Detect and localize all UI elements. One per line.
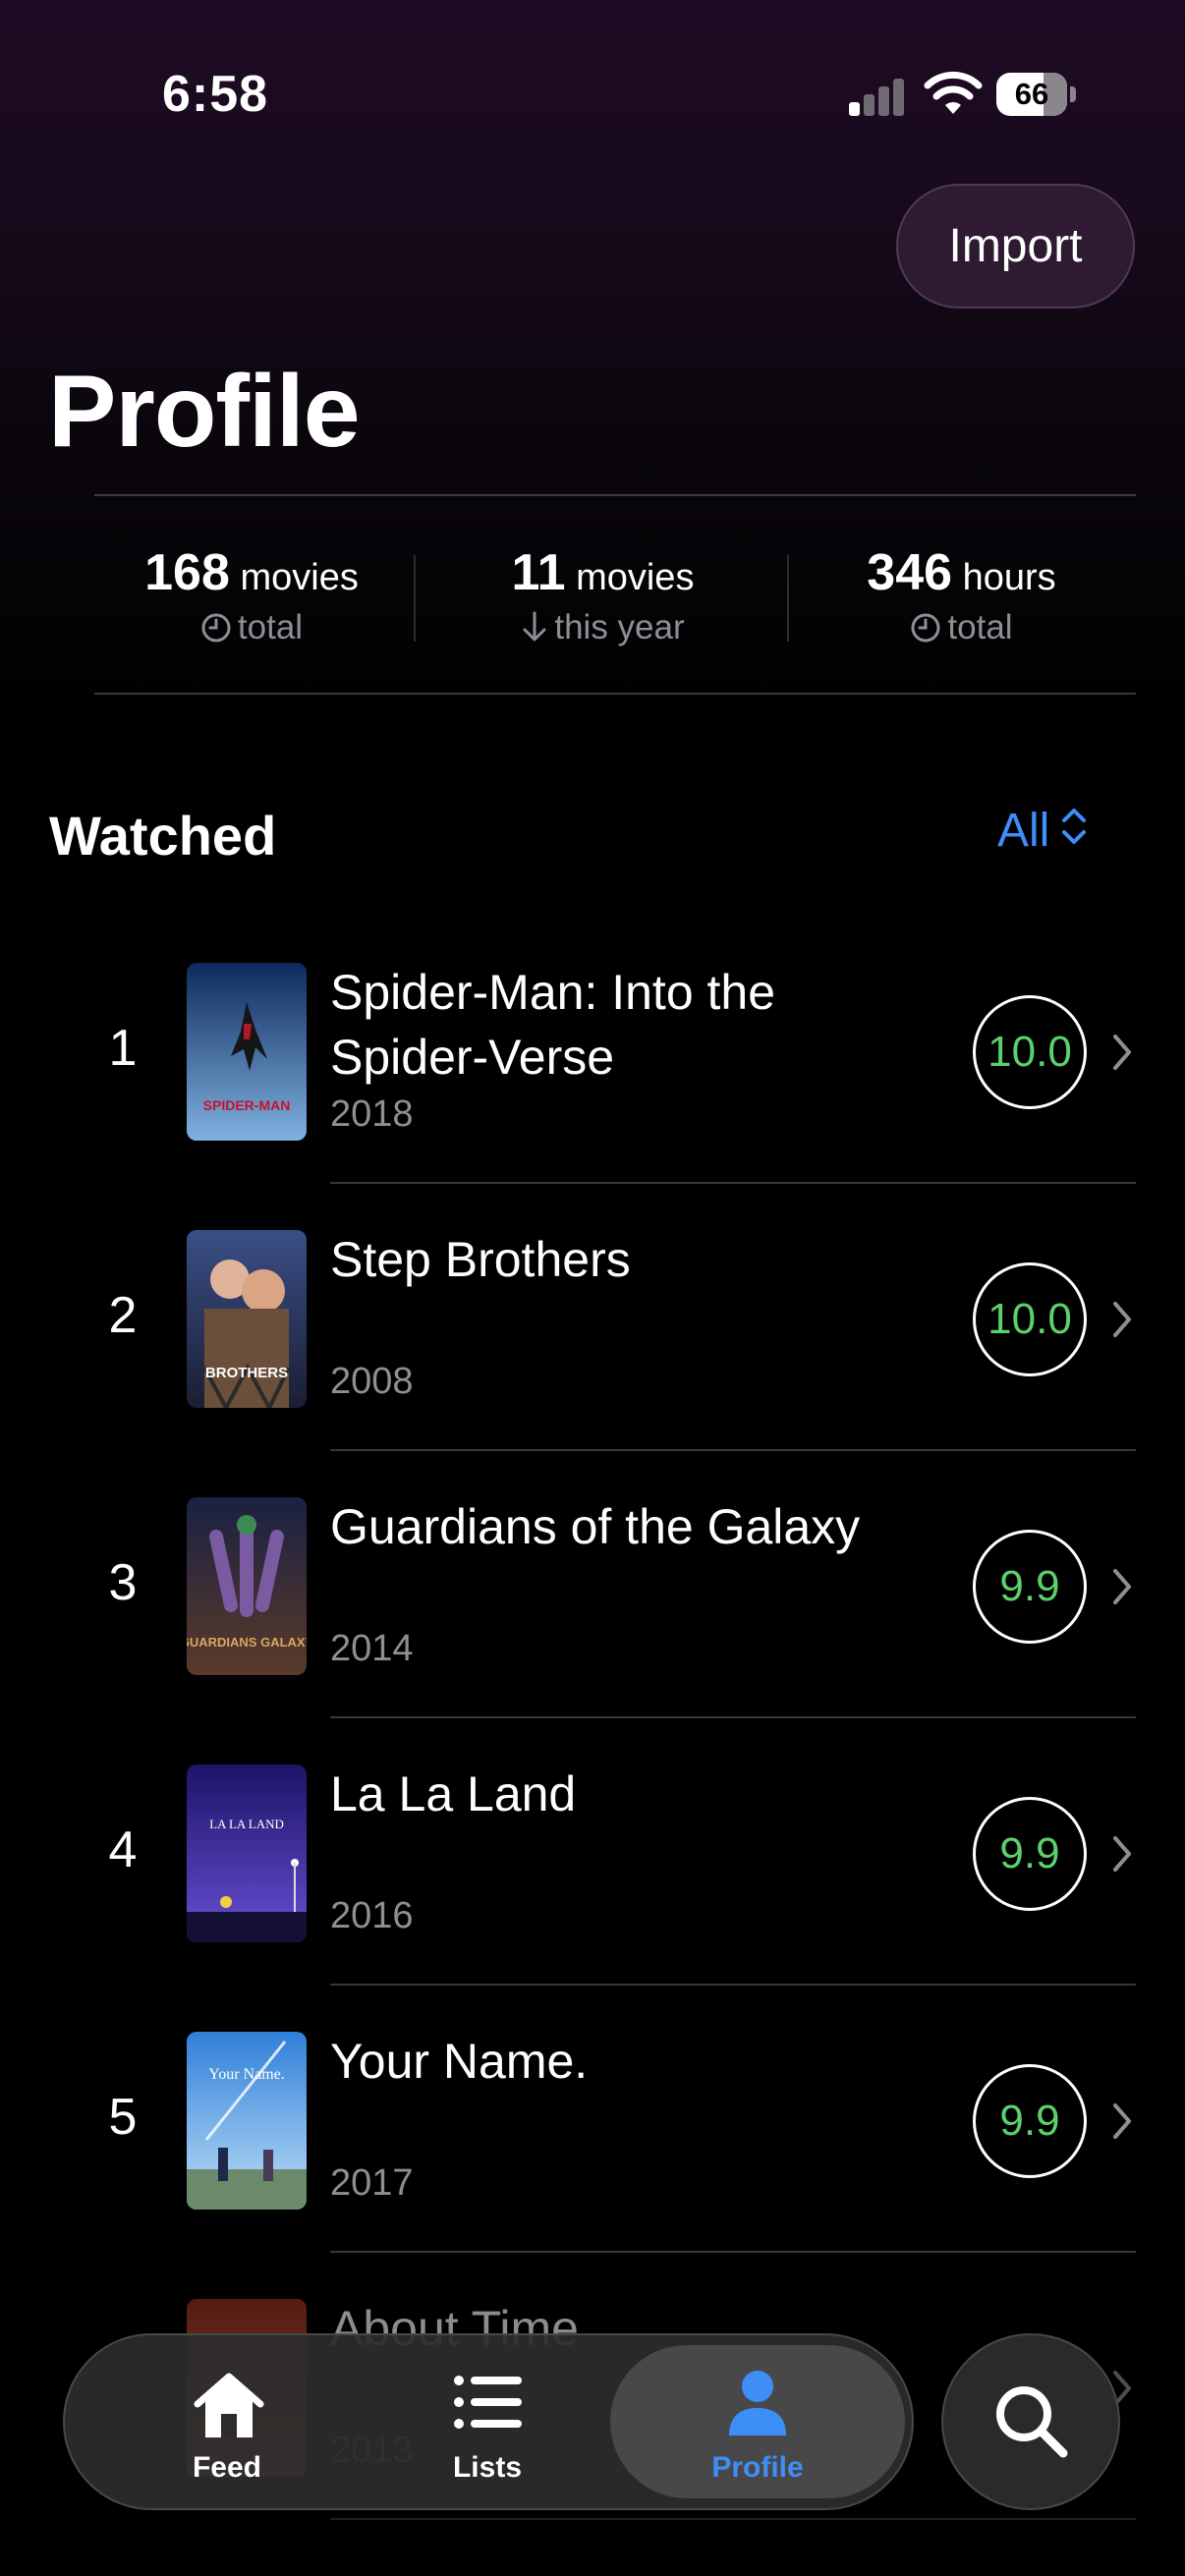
stat-value: 168	[144, 544, 230, 601]
list-item[interactable]: 1 SPIDER-MAN Spider-Man: Into the Spider…	[0, 938, 1185, 1205]
movie-poster: GUARDIANS GALAXY	[187, 1497, 307, 1675]
page-title: Profile	[48, 355, 361, 469]
movie-title: Your Name.	[330, 2034, 589, 2089]
import-button[interactable]: Import	[896, 184, 1135, 308]
rank-number: 2	[108, 1287, 138, 1344]
movie-year: 2014	[330, 1628, 414, 1669]
row-separator	[330, 2251, 1136, 2253]
score-badge: 9.9	[973, 1530, 1087, 1644]
tab-lists[interactable]: Lists	[404, 2335, 571, 2508]
poster-text: GUARDIANS GALAXY	[187, 1635, 307, 1650]
tab-profile[interactable]: Profile	[674, 2335, 841, 2508]
chevron-right-icon	[1113, 1569, 1131, 1604]
tab-label: Feed	[192, 2451, 262, 2484]
movie-title: Spider-Man: Into the Spider-Verse	[330, 965, 776, 1085]
stat-sub: this year	[554, 608, 685, 646]
stat-unit: movies	[240, 557, 359, 598]
stat-total-hours: 346 hours total	[787, 543, 1136, 647]
wifi-icon	[924, 71, 983, 114]
row-separator	[330, 1182, 1136, 1184]
stats-bar: 168 movies total 11 movies this year 346…	[94, 494, 1136, 695]
row-separator	[330, 1984, 1136, 1986]
list-item[interactable]: 5 Your Name. Your Name. 2017 9.9	[0, 2007, 1185, 2274]
stat-total-movies: 168 movies total	[94, 543, 409, 647]
stat-value: 346	[867, 544, 953, 601]
poster-text: BROTHERS	[205, 1365, 288, 1381]
row-separator	[330, 1449, 1136, 1451]
battery-percent: 66	[1014, 77, 1049, 111]
section-title-watched: Watched	[49, 805, 277, 867]
stat-sub: total	[947, 608, 1013, 646]
movie-year: 2018	[330, 1093, 414, 1135]
clock-icon	[911, 613, 940, 643]
chevron-right-icon	[1113, 2103, 1131, 2139]
rank-number: 3	[108, 1554, 138, 1611]
magnifying-glass-icon	[996, 2386, 1068, 2458]
movie-year: 2017	[330, 2162, 414, 2204]
poster-text: Your Name.	[208, 2066, 284, 2083]
movie-year: 2008	[330, 1361, 414, 1402]
tab-label: Profile	[711, 2451, 804, 2484]
list-item[interactable]: 3 GUARDIANS GALAXY Guardians of the Gala…	[0, 1473, 1185, 1740]
score-badge: 10.0	[973, 1262, 1087, 1376]
rank-number: 4	[108, 1821, 138, 1878]
filter-dropdown[interactable]: All	[997, 804, 1089, 858]
movie-title: Step Brothers	[330, 1232, 631, 1287]
movie-title: Guardians of the Galaxy	[330, 1499, 861, 1554]
stat-unit: hours	[962, 557, 1056, 598]
tab-feed[interactable]: Feed	[143, 2335, 310, 2508]
movie-poster: Your Name.	[187, 2032, 307, 2210]
stat-unit: movies	[576, 557, 695, 598]
score-badge: 9.9	[973, 2064, 1087, 2178]
tab-label: Lists	[452, 2451, 523, 2484]
rank-number: 1	[108, 1020, 138, 1077]
score-badge: 10.0	[973, 995, 1087, 1109]
movie-year: 2016	[330, 1895, 414, 1936]
cellular-signal-icon	[849, 77, 906, 116]
poster-text: LA LA LAND	[209, 1817, 284, 1831]
status-bar: 6:58 66	[0, 0, 1185, 187]
score-badge: 9.9	[973, 1797, 1087, 1911]
house-icon	[194, 2373, 264, 2437]
person-icon	[729, 2371, 786, 2436]
list-item[interactable]: 4 LA LA LAND La La Land 2016 9.9	[0, 1740, 1185, 2007]
battery-icon: 66	[996, 73, 1076, 116]
chevron-right-icon	[1113, 1302, 1131, 1337]
filter-label: All	[997, 805, 1050, 857]
divider	[414, 555, 416, 642]
arrow-down-icon	[523, 611, 546, 642]
stat-year-movies: 11 movies this year	[419, 543, 787, 647]
row-separator	[330, 1716, 1136, 1718]
clock-icon	[201, 613, 231, 643]
chevron-right-icon	[1113, 1035, 1131, 1070]
search-button[interactable]	[941, 2333, 1120, 2510]
status-time: 6:58	[162, 66, 269, 123]
rank-number: 5	[108, 2089, 138, 2146]
stat-value: 11	[511, 544, 566, 601]
list-item[interactable]: 2 BROTHERS Step Brothers 2008 10.0	[0, 1205, 1185, 1473]
movie-poster: BROTHERS	[187, 1230, 307, 1408]
list-icon	[454, 2376, 522, 2429]
stat-sub: total	[237, 608, 304, 646]
tab-bar: Feed Lists Profile	[63, 2333, 914, 2510]
chevron-right-icon	[1113, 1836, 1131, 1872]
movie-poster: LA LA LAND	[187, 1764, 307, 1942]
movie-title: La La Land	[330, 1766, 577, 1821]
chevron-up-down-icon	[1062, 809, 1087, 844]
poster-text: SPIDER-MAN	[203, 1097, 291, 1113]
row-separator	[330, 2518, 1136, 2520]
movie-poster: SPIDER-MAN	[187, 963, 307, 1141]
